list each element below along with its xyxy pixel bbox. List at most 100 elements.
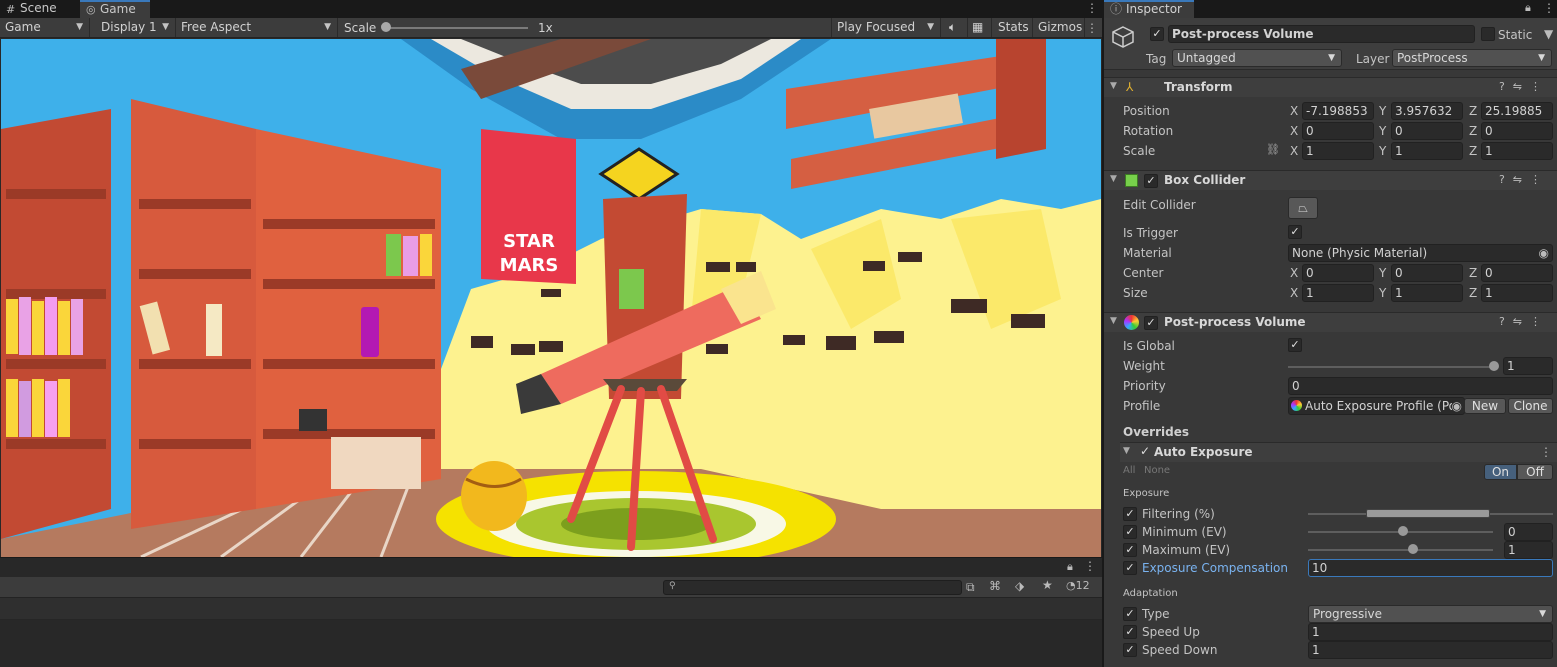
auto-exposure-enabled-check[interactable]: ✓ bbox=[1140, 444, 1150, 458]
clone-profile-button[interactable]: Clone bbox=[1508, 398, 1553, 414]
pp-volume-enabled-checkbox[interactable]: ✓ bbox=[1144, 316, 1158, 330]
help-icon[interactable]: ? bbox=[1499, 80, 1513, 93]
gizmos-menu-icon[interactable]: ⋮ bbox=[1086, 21, 1098, 35]
static-dropdown-icon[interactable]: ▼ bbox=[1544, 27, 1553, 41]
rotation-y-field[interactable]: 0 bbox=[1391, 122, 1463, 140]
pp-volume-header[interactable]: ▼ ✓ Post-process Volume ?⇋⋮ bbox=[1104, 312, 1557, 332]
stats-button[interactable]: Stats bbox=[993, 18, 1033, 37]
minimum-field[interactable]: 0 bbox=[1504, 523, 1553, 541]
scale-slider-track[interactable] bbox=[384, 27, 528, 29]
new-profile-button[interactable]: New bbox=[1464, 398, 1506, 414]
object-picker-icon[interactable]: ◉ bbox=[1539, 245, 1549, 261]
position-y-field[interactable]: 3.957632 bbox=[1391, 102, 1463, 120]
rotation-x-field[interactable]: 0 bbox=[1302, 122, 1374, 140]
tab-inspector[interactable]: ⓘ Inspector bbox=[1104, 0, 1194, 18]
object-active-checkbox[interactable]: ✓ bbox=[1150, 27, 1164, 41]
material-field[interactable]: None (Physic Material) ◉ bbox=[1288, 244, 1553, 262]
component-menu-icon[interactable]: ⋮ bbox=[1530, 80, 1549, 93]
speed-down-override-checkbox[interactable]: ✓ bbox=[1123, 643, 1137, 657]
override-menu-icon[interactable]: ⋮ bbox=[1540, 445, 1552, 459]
play-mode-dropdown[interactable]: Play Focused ▼ bbox=[831, 18, 941, 37]
minimum-override-checkbox[interactable]: ✓ bbox=[1123, 525, 1137, 539]
shortcut-toggle-button[interactable]: ▦ bbox=[968, 18, 992, 37]
search-options-icon[interactable]: ⧉ bbox=[966, 580, 975, 595]
speed-up-override-checkbox[interactable]: ✓ bbox=[1123, 625, 1137, 639]
speed-down-field[interactable]: 1 bbox=[1308, 641, 1553, 659]
display-dropdown[interactable]: Display 1 ▼ bbox=[96, 18, 176, 37]
speed-up-field[interactable]: 1 bbox=[1308, 623, 1553, 641]
gizmos-button[interactable]: Gizmos bbox=[1033, 18, 1085, 37]
transform-header[interactable]: ▼ ⅄ Transform ?⇋⋮ bbox=[1104, 77, 1557, 97]
object-name-field[interactable]: Post-process Volume bbox=[1168, 25, 1475, 43]
object-picker-icon[interactable]: ◉ bbox=[1451, 398, 1462, 414]
tab-game[interactable]: ◎ Game bbox=[80, 0, 150, 18]
scene-filter-icon[interactable]: ⌘ bbox=[989, 579, 1001, 593]
aspect-dropdown[interactable]: Free Aspect ▼ bbox=[176, 18, 338, 37]
inspector-menu-icon[interactable]: ⋮ bbox=[1543, 1, 1555, 15]
tag-dropdown[interactable]: Untagged ▼ bbox=[1172, 49, 1342, 67]
preset-icon[interactable]: ⇋ bbox=[1513, 80, 1530, 93]
preset-icon[interactable]: ⇋ bbox=[1513, 173, 1530, 186]
mute-audio-button[interactable]: 🔈︎ bbox=[944, 18, 968, 37]
help-icon[interactable]: ? bbox=[1499, 315, 1513, 328]
preset-icon[interactable]: ⇋ bbox=[1513, 315, 1530, 328]
more-options-icon[interactable]: ⋮ bbox=[1086, 1, 1098, 15]
box-collider-enabled-checkbox[interactable]: ✓ bbox=[1144, 174, 1158, 188]
toggle-none-link[interactable]: None bbox=[1144, 463, 1170, 479]
priority-field[interactable]: 0 bbox=[1288, 377, 1553, 395]
lock-icon[interactable]: 🔒︎ bbox=[1525, 1, 1531, 15]
constrain-proportions-icon[interactable]: ⛓︎ bbox=[1266, 143, 1280, 156]
hidden-objects-toggle[interactable]: ◔12 bbox=[1066, 579, 1090, 592]
scale-slider-knob[interactable] bbox=[381, 22, 391, 32]
scale-z-field[interactable]: 1 bbox=[1481, 142, 1553, 160]
on-toggle-button[interactable]: On bbox=[1484, 464, 1517, 480]
position-x-field[interactable]: -7.198853 bbox=[1302, 102, 1374, 120]
game-viewport[interactable]: STAR MARS bbox=[1, 39, 1101, 557]
maximum-slider-knob[interactable] bbox=[1408, 544, 1418, 554]
help-icon[interactable]: ? bbox=[1499, 173, 1513, 186]
component-tools[interactable]: ?⇋⋮ bbox=[1499, 315, 1549, 328]
is-global-checkbox[interactable]: ✓ bbox=[1288, 338, 1302, 352]
star-icon[interactable]: ★ bbox=[1042, 578, 1053, 592]
maximum-override-checkbox[interactable]: ✓ bbox=[1123, 543, 1137, 557]
weight-slider-track[interactable] bbox=[1288, 366, 1494, 368]
layer-dropdown[interactable]: PostProcess ▼ bbox=[1392, 49, 1552, 67]
size-z-field[interactable]: 1 bbox=[1481, 284, 1553, 302]
scale-x-field[interactable]: 1 bbox=[1302, 142, 1374, 160]
filtering-override-checkbox[interactable]: ✓ bbox=[1123, 507, 1137, 521]
auto-exposure-header[interactable]: ▼ ✓ Auto Exposure ⋮ bbox=[1120, 442, 1557, 462]
console-search-input[interactable] bbox=[682, 581, 952, 594]
component-tools[interactable]: ?⇋⋮ bbox=[1499, 80, 1549, 93]
minimum-slider-knob[interactable] bbox=[1398, 526, 1408, 536]
rotation-z-field[interactable]: 0 bbox=[1481, 122, 1553, 140]
size-y-field[interactable]: 1 bbox=[1391, 284, 1463, 302]
center-z-field[interactable]: 0 bbox=[1481, 264, 1553, 282]
tag-icon[interactable]: ⬗ bbox=[1015, 579, 1024, 593]
maximum-field[interactable]: 1 bbox=[1504, 541, 1553, 559]
compensation-field[interactable]: 10 bbox=[1308, 559, 1553, 577]
weight-field[interactable]: 1 bbox=[1503, 357, 1553, 375]
console-search-field[interactable]: ⚲ bbox=[663, 580, 962, 595]
filtering-range-handle[interactable] bbox=[1366, 509, 1490, 518]
lock-icon[interactable]: 🔒︎ bbox=[1067, 560, 1073, 574]
position-z-field[interactable]: 25.19885 bbox=[1481, 102, 1553, 120]
profile-field[interactable]: Auto Exposure Profile (Po ◉ bbox=[1288, 397, 1465, 415]
component-tools[interactable]: ?⇋⋮ bbox=[1499, 173, 1549, 186]
type-dropdown[interactable]: Progressive ▼ bbox=[1308, 605, 1553, 623]
center-x-field[interactable]: 0 bbox=[1302, 264, 1374, 282]
component-menu-icon[interactable]: ⋮ bbox=[1530, 315, 1549, 328]
center-y-field[interactable]: 0 bbox=[1391, 264, 1463, 282]
box-collider-header[interactable]: ▼ ✓ Box Collider ?⇋⋮ bbox=[1104, 170, 1557, 190]
is-trigger-checkbox[interactable]: ✓ bbox=[1288, 225, 1302, 239]
weight-slider-knob[interactable] bbox=[1489, 361, 1499, 371]
off-toggle-button[interactable]: Off bbox=[1517, 464, 1553, 480]
component-menu-icon[interactable]: ⋮ bbox=[1530, 173, 1549, 186]
size-x-field[interactable]: 1 bbox=[1302, 284, 1374, 302]
edit-collider-button[interactable]: ⏢ bbox=[1288, 197, 1318, 219]
tab-scene[interactable]: # Scene bbox=[0, 0, 72, 18]
mode-dropdown[interactable]: Game ▼ bbox=[0, 18, 90, 37]
console-menu-icon[interactable]: ⋮ bbox=[1084, 559, 1096, 573]
static-checkbox[interactable] bbox=[1481, 27, 1495, 41]
compensation-override-checkbox[interactable]: ✓ bbox=[1123, 561, 1137, 575]
maximum-slider-track[interactable] bbox=[1308, 549, 1493, 551]
